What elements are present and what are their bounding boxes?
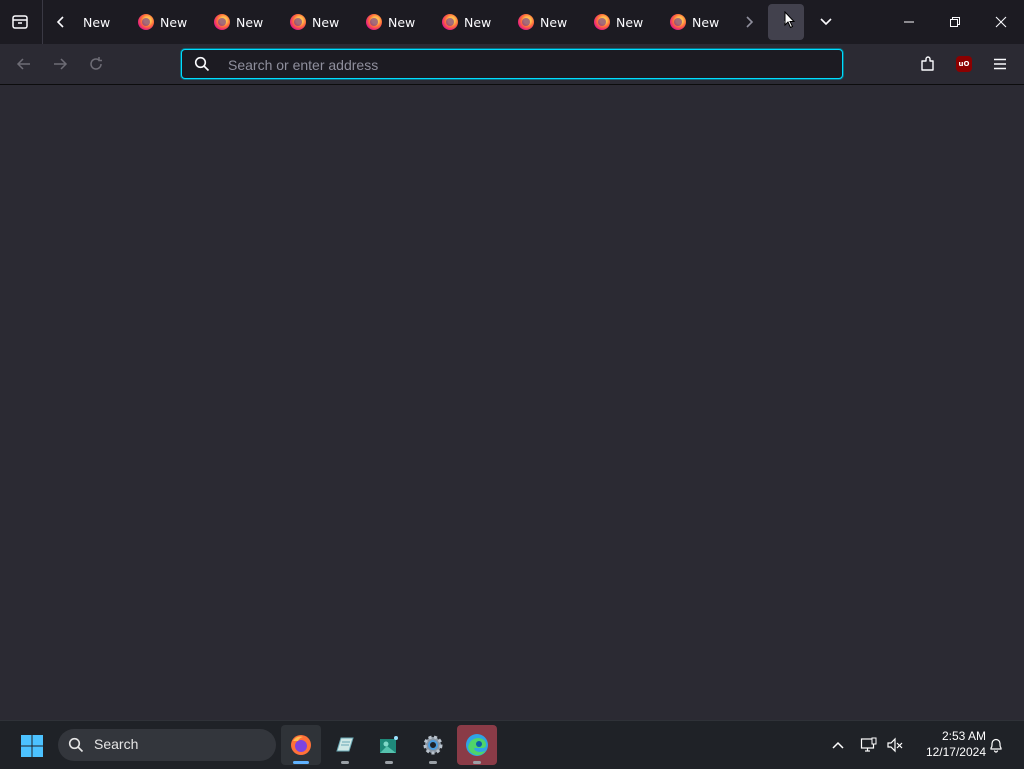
address-bar[interactable] [181,49,843,79]
speaker-muted-icon [887,737,903,753]
close-button[interactable] [978,0,1024,44]
list-all-tabs-button[interactable] [812,8,840,36]
chevron-down-icon [820,18,832,26]
system-clock[interactable]: 2:53 AM 12/17/2024 [914,728,986,760]
running-indicator [341,761,349,764]
arrow-right-icon [54,58,68,70]
back-button[interactable] [10,50,38,78]
clock-time: 2:53 AM [941,729,986,743]
tab[interactable]: New [366,8,440,36]
tab-label: New [540,14,568,30]
arrow-left-icon [16,58,30,70]
tab[interactable]: New [518,8,592,36]
tab-bar: New New New New New New New New New [0,0,1024,44]
tab[interactable]: New [138,8,212,36]
tab-label: New [464,14,492,30]
firefox-icon [366,14,382,30]
app-menu-button[interactable] [986,50,1014,78]
taskbar-app-notes[interactable] [325,725,365,765]
firefox-icon [442,14,458,30]
forward-button[interactable] [46,50,74,78]
tab-label: New [160,14,188,30]
extensions-button[interactable] [914,50,942,78]
chevron-left-icon [56,16,64,28]
taskbar-app-image[interactable] [369,725,409,765]
tab-list: New New New New New New New New New [76,0,736,44]
clock-date: 12/17/2024 [925,745,986,759]
chevron-up-icon [832,741,844,749]
volume-button[interactable] [883,733,907,757]
tab[interactable]: New [670,8,744,36]
taskbar-search-label: Search [94,736,139,752]
tab[interactable]: New [214,8,288,36]
firefox-view-button[interactable] [8,10,32,34]
tab-label: New [616,14,644,30]
tab-label: New [236,14,264,30]
taskbar-app-settings[interactable] [413,725,453,765]
extensions-icon [921,56,934,71]
taskbar-app-firefox[interactable] [281,725,321,765]
hamburger-menu-icon [994,58,1006,70]
firefox-icon [594,14,610,30]
reload-icon [90,57,102,70]
running-indicator [293,761,309,764]
tab[interactable]: New [594,8,668,36]
minimize-icon [904,21,914,23]
firefox-icon [290,14,306,30]
tab-label: New [388,14,416,30]
page-content [0,85,1024,720]
windows-taskbar: Search 2:53 AM 12/17/2024 [0,720,1024,769]
firefox-icon [291,735,311,755]
firefox-view-icon [12,15,28,29]
notes-app-icon [336,737,354,752]
restore-button[interactable] [932,0,978,44]
show-hidden-icons-button[interactable] [826,733,850,757]
start-button[interactable] [16,731,48,761]
navigation-toolbar: uO [0,44,1024,85]
taskbar-search-box[interactable]: Search [58,729,276,761]
tab-label: New [692,14,720,30]
tab-divider [42,0,43,44]
mouse-cursor-icon [784,11,796,29]
reload-button[interactable] [82,50,110,78]
edge-icon [466,734,488,756]
running-indicator [429,761,437,764]
restore-icon [950,17,960,27]
taskbar-app-edge[interactable] [457,725,497,765]
firefox-icon [518,14,534,30]
gear-icon [423,735,443,755]
firefox-icon [214,14,230,30]
tab-label: New [83,14,111,30]
tab[interactable]: New [290,8,364,36]
firefox-icon [670,14,686,30]
bell-icon [990,738,1002,753]
address-input[interactable] [226,53,830,77]
ublock-origin-button[interactable]: uO [950,50,978,78]
windows-logo-icon [21,735,43,757]
search-icon [68,737,84,753]
network-icon [860,737,877,752]
minimize-button[interactable] [886,0,932,44]
running-indicator [473,761,481,764]
search-icon [194,56,210,72]
tab[interactable]: New [442,8,516,36]
network-status-button[interactable] [857,733,881,757]
ublock-origin-icon: uO [956,56,972,72]
chevron-right-icon [746,16,754,28]
notifications-button[interactable] [984,733,1008,757]
image-app-icon [380,736,398,753]
new-tab-button[interactable]: - [768,4,804,40]
close-icon [995,16,1007,28]
scroll-tabs-right-button[interactable] [738,10,760,34]
firefox-icon [138,14,154,30]
running-indicator [385,761,393,764]
scroll-tabs-left-button[interactable] [50,10,72,34]
tab-label: New [312,14,340,30]
